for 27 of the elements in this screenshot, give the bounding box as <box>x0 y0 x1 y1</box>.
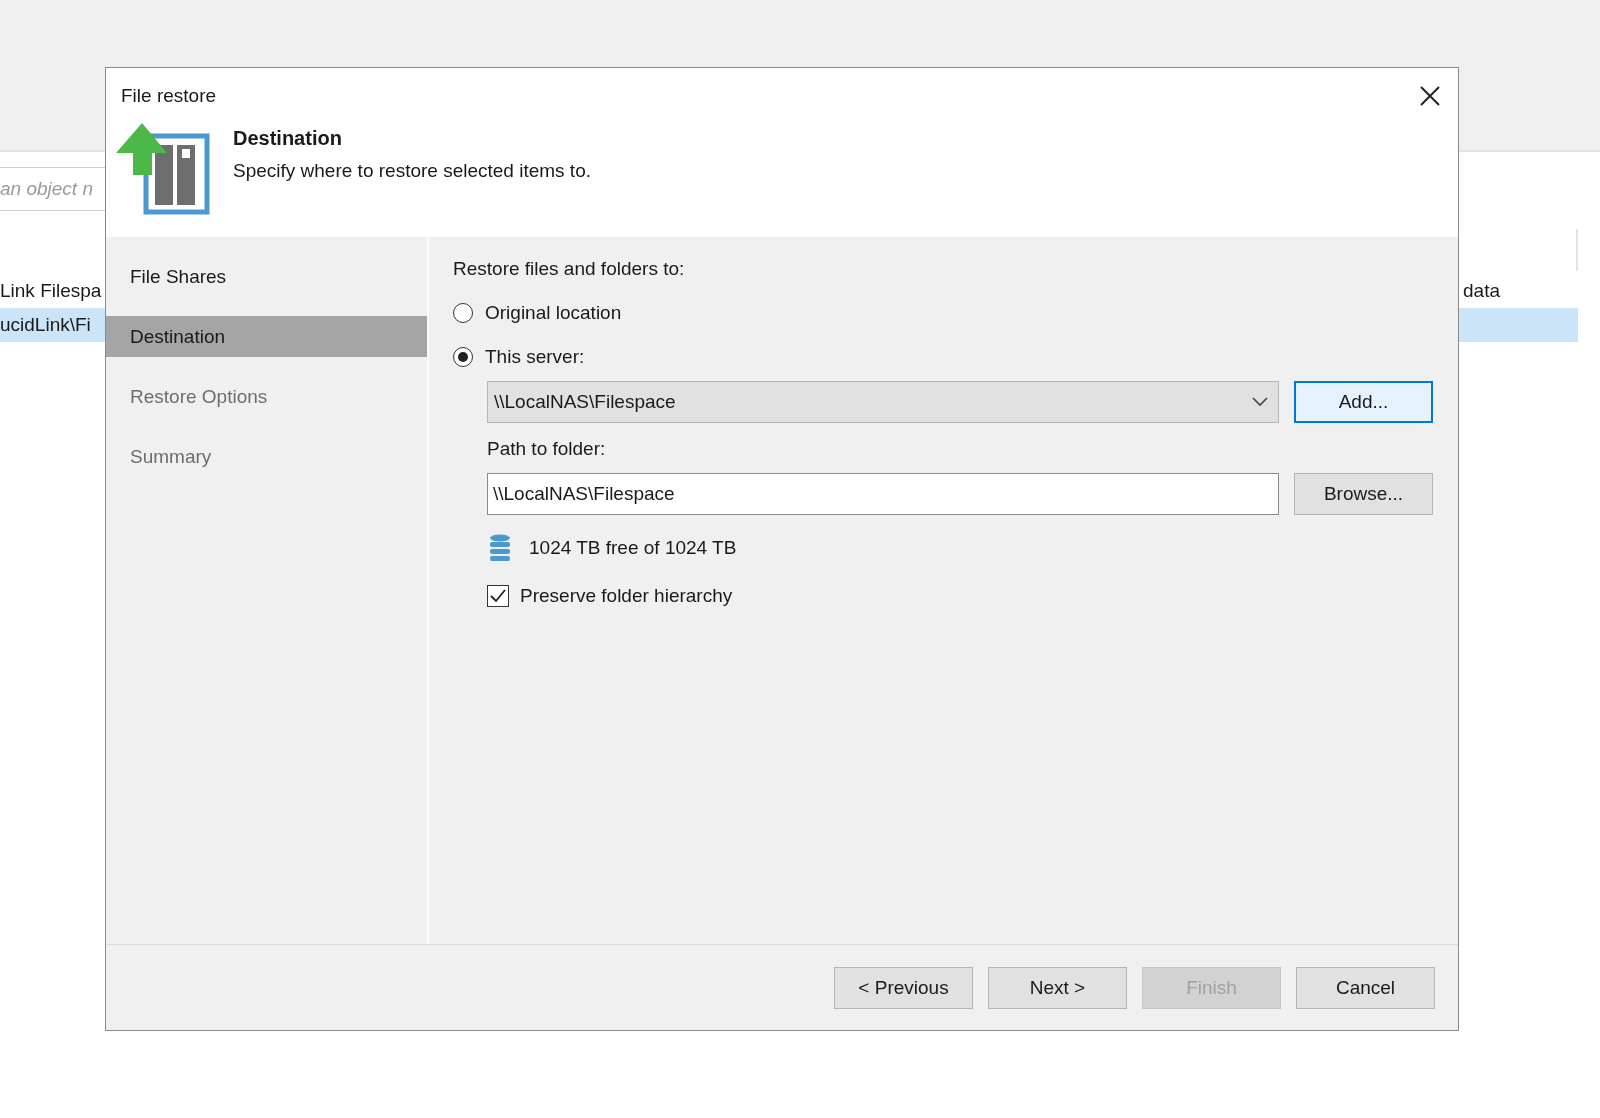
storage-info: 1024 TB free of 1024 TB <box>529 537 737 559</box>
add-button[interactable]: Add... <box>1294 381 1433 423</box>
wizard-button[interactable]: < Previous <box>834 966 973 1009</box>
database-icon <box>490 534 510 562</box>
wizard-step[interactable]: File Shares <box>106 256 427 297</box>
section-label: Restore files and folders to: <box>453 257 686 281</box>
window-title: File restore <box>121 84 217 107</box>
wizard-button[interactable]: Next > <box>988 966 1127 1009</box>
path-input-field[interactable]: \\LocalNAS\Filespace <box>487 473 1279 515</box>
checkbox-label[interactable]: Preserve folder hierarchy <box>520 585 733 607</box>
table-cell: Link Filespa <box>0 280 102 302</box>
table-cell: ucidLink\Fi <box>0 314 91 336</box>
radio-button[interactable] <box>453 347 473 367</box>
step-title: Destination <box>233 127 343 150</box>
server-upload-icon <box>116 123 212 215</box>
wizard-step[interactable]: Destination <box>106 316 427 357</box>
table-cell: data <box>1463 280 1500 302</box>
wizard-button[interactable]: Cancel <box>1296 966 1435 1009</box>
chevron-down-icon <box>1252 397 1268 407</box>
field-label: Path to folder: <box>487 437 607 461</box>
browse-button[interactable]: Browse... <box>1294 473 1433 515</box>
radio-label[interactable]: This server: <box>485 346 585 368</box>
checkbox[interactable] <box>487 585 509 607</box>
server-dropdown[interactable]: \\LocalNAS\Filespace <box>487 381 1279 423</box>
radio-button[interactable] <box>453 303 473 323</box>
radio-label[interactable]: Original location <box>485 302 622 324</box>
step-description: Specify where to restore selected items to. <box>233 160 591 182</box>
